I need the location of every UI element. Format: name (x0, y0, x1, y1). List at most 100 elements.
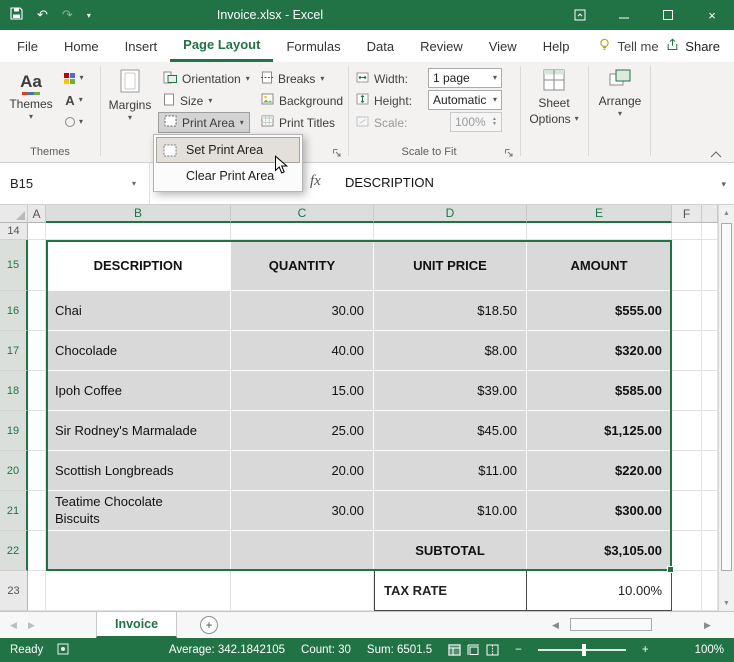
tab-insert[interactable]: Insert (112, 30, 171, 62)
arrange-button[interactable]: Arrange ▾ (594, 66, 646, 140)
cell-C20[interactable]: 20.00 (231, 451, 374, 491)
margins-button[interactable]: Margins ▾ (106, 66, 154, 140)
cell-G21[interactable] (702, 491, 718, 531)
maximize-button[interactable] (646, 0, 690, 30)
cell-D14[interactable] (374, 223, 527, 240)
col-header-A[interactable]: A (28, 205, 46, 223)
cell-B20[interactable]: Scottish Longbreads (46, 451, 231, 491)
theme-effects-button[interactable]: ▾ (56, 112, 92, 132)
cell-G16[interactable] (702, 291, 718, 331)
vertical-scrollbar[interactable]: ▲ ▼ (718, 205, 734, 611)
undo-icon[interactable]: ↶ (37, 7, 48, 23)
tab-home[interactable]: Home (51, 30, 112, 62)
tab-file[interactable]: File (4, 30, 51, 62)
zoom-in-button[interactable]: + (642, 644, 649, 656)
macro-record-icon[interactable] (57, 643, 69, 658)
col-header-E[interactable]: E (527, 205, 672, 223)
share-button[interactable]: Share (666, 30, 720, 62)
cell-F14[interactable] (672, 223, 702, 240)
cell-E15[interactable]: AMOUNT (527, 240, 672, 291)
size-button[interactable]: Size ▾ (158, 90, 217, 111)
sheet-tab-invoice[interactable]: Invoice (96, 612, 177, 638)
cell-B21[interactable]: Teatime Chocolate Biscuits (46, 491, 231, 531)
cell-C19[interactable]: 25.00 (231, 411, 374, 451)
zoom-slider-thumb[interactable] (582, 644, 586, 656)
add-sheet-button[interactable]: + (200, 616, 218, 634)
cell-E19[interactable]: $1,125.00 (527, 411, 672, 451)
row-header-16[interactable]: 16 (0, 291, 28, 331)
row-header-21[interactable]: 21 (0, 491, 28, 531)
cell-B22[interactable] (46, 531, 231, 571)
cell-C15[interactable]: QUANTITY (231, 240, 374, 291)
theme-colors-button[interactable]: ▾ (56, 68, 92, 88)
cell-B15-active[interactable]: DESCRIPTION (46, 240, 231, 291)
themes-button[interactable]: Aa Themes ▾ (8, 66, 54, 140)
cell-B19[interactable]: Sir Rodney's Marmalade (46, 411, 231, 451)
cell-E21[interactable]: $300.00 (527, 491, 672, 531)
cell-A23[interactable] (28, 571, 46, 611)
formula-content[interactable]: DESCRIPTION (345, 175, 434, 190)
sheet-nav-right-icon[interactable]: ▶ (28, 620, 35, 631)
print-titles-button[interactable]: Print Titles (256, 112, 340, 133)
cell-A14[interactable] (28, 223, 46, 240)
normal-view-icon[interactable] (448, 644, 461, 656)
cell-D21[interactable]: $10.00 (374, 491, 527, 531)
cell-B17[interactable]: Chocolade (46, 331, 231, 371)
cell-B16[interactable]: Chai (46, 291, 231, 331)
tab-data[interactable]: Data (354, 30, 407, 62)
width-select[interactable]: 1 page ▾ (428, 68, 502, 88)
sheet-nav-left-icon[interactable]: ◀ (10, 620, 17, 631)
row-header-23[interactable]: 23 (0, 571, 28, 611)
row-header-15[interactable]: 15 (0, 240, 28, 291)
cell-D20[interactable]: $11.00 (374, 451, 527, 491)
col-header-D[interactable]: D (374, 205, 527, 223)
scale-to-fit-dialog-launcher[interactable] (504, 146, 516, 158)
cell-E18[interactable]: $585.00 (527, 371, 672, 411)
row-header-14[interactable]: 14 (0, 223, 28, 240)
horizontal-scrollbar-thumb[interactable] (570, 618, 652, 631)
cell-D19[interactable]: $45.00 (374, 411, 527, 451)
row-header-20[interactable]: 20 (0, 451, 28, 491)
hscroll-left-icon[interactable]: ◀ (552, 620, 559, 631)
vertical-scrollbar-thumb[interactable] (721, 223, 732, 571)
cell-E17[interactable]: $320.00 (527, 331, 672, 371)
breaks-button[interactable]: Breaks ▾ (256, 68, 329, 89)
col-header-C[interactable]: C (231, 205, 374, 223)
insert-function-button[interactable]: fx (310, 173, 321, 190)
cell-G22[interactable] (702, 531, 718, 571)
collapse-ribbon-button[interactable] (710, 146, 722, 161)
tab-formulas[interactable]: Formulas (273, 30, 353, 62)
background-button[interactable]: Background (256, 90, 348, 111)
cell-B18[interactable]: Ipoh Coffee (46, 371, 231, 411)
customize-qat-icon[interactable]: ▾ (87, 11, 91, 20)
scroll-up-icon[interactable]: ▲ (719, 205, 734, 221)
cell-E16[interactable]: $555.00 (527, 291, 672, 331)
cell-G15[interactable] (702, 240, 718, 291)
expand-formula-bar-icon[interactable]: ▾ (721, 179, 726, 190)
tell-me[interactable]: Tell me (598, 30, 658, 62)
print-area-button[interactable]: Print Area ▾ (158, 112, 250, 133)
zoom-level[interactable]: 100% (695, 644, 724, 656)
cell-G19[interactable] (702, 411, 718, 451)
minimize-button[interactable] (602, 0, 646, 30)
theme-fonts-button[interactable]: A ▾ (56, 90, 92, 110)
col-header-F[interactable]: F (672, 205, 702, 223)
cell-B23[interactable] (46, 571, 231, 611)
cell-G18[interactable] (702, 371, 718, 411)
redo-icon[interactable]: ↷ (62, 7, 73, 23)
cell-A17[interactable] (28, 331, 46, 371)
cell-A20[interactable] (28, 451, 46, 491)
cell-F20[interactable] (672, 451, 702, 491)
cell-G14[interactable] (702, 223, 718, 240)
scale-spinner[interactable]: 100% ▲▼ (450, 112, 502, 132)
page-break-view-icon[interactable] (486, 644, 499, 656)
zoom-slider[interactable] (538, 649, 626, 651)
cell-D18[interactable]: $39.00 (374, 371, 527, 411)
cell-F15[interactable] (672, 240, 702, 291)
cell-D15[interactable]: UNIT PRICE (374, 240, 527, 291)
select-all-corner[interactable] (0, 205, 28, 223)
cell-F19[interactable] (672, 411, 702, 451)
height-select[interactable]: Automatic ▾ (428, 90, 502, 110)
cell-F17[interactable] (672, 331, 702, 371)
close-button[interactable]: × (690, 0, 734, 30)
